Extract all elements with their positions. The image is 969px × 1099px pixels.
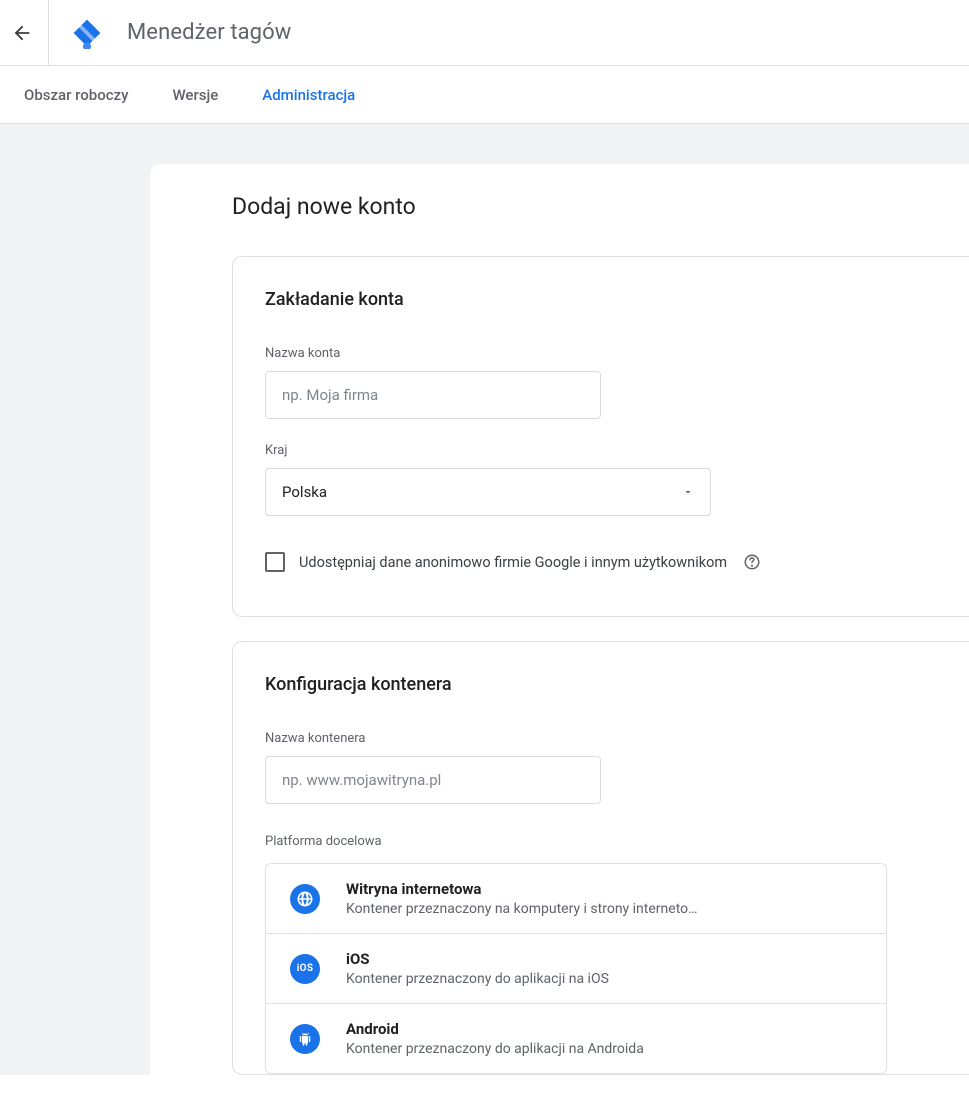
app-header: Menedżer tagów — [0, 0, 969, 66]
back-button[interactable] — [10, 21, 34, 45]
tag-manager-logo — [71, 17, 103, 49]
container-name-field: Nazwa kontenera — [265, 731, 969, 804]
country-field: Kraj Polska — [265, 443, 969, 516]
container-section: Konfiguracja kontenera Nazwa kontenera P… — [232, 641, 969, 1075]
page-title: Dodaj nowe konto — [232, 193, 969, 220]
tab-admin[interactable]: Administracja — [262, 86, 355, 104]
account-section-title: Zakładanie konta — [265, 289, 969, 310]
platform-item-web[interactable]: Witryna internetowa Kontener przeznaczon… — [266, 864, 886, 934]
share-anon-label: Udostępniaj dane anonimowo firmie Google… — [299, 554, 727, 571]
account-section: Zakładanie konta Nazwa konta Kraj Polska… — [232, 256, 969, 617]
platform-desc: Kontener przeznaczony do aplikacji na iO… — [346, 971, 866, 987]
chevron-down-icon — [682, 486, 694, 498]
account-name-input[interactable] — [265, 371, 601, 419]
account-name-label: Nazwa konta — [265, 346, 969, 361]
platform-desc: Kontener przeznaczony do aplikacji na An… — [346, 1041, 866, 1057]
country-label: Kraj — [265, 443, 969, 458]
platform-text: iOS Kontener przeznaczony do aplikacji n… — [346, 950, 866, 987]
arrow-left-icon — [11, 22, 33, 44]
help-icon[interactable] — [743, 553, 761, 571]
platform-title: iOS — [346, 950, 866, 968]
platform-item-ios[interactable]: iOS iOS Kontener przeznaczony do aplikac… — [266, 934, 886, 1004]
platform-title: Witryna internetowa — [346, 880, 866, 898]
container-name-input[interactable] — [265, 756, 601, 804]
container-section-title: Konfiguracja kontenera — [265, 674, 969, 695]
header-divider — [48, 0, 49, 66]
android-icon — [290, 1024, 320, 1054]
main-card: Dodaj nowe konto Zakładanie konta Nazwa … — [150, 164, 969, 1075]
platform-label: Platforma docelowa — [265, 834, 969, 849]
platform-text: Android Kontener przeznaczony do aplikac… — [346, 1020, 866, 1057]
app-title: Menedżer tagów — [127, 20, 291, 45]
country-value: Polska — [282, 483, 327, 501]
ios-icon: iOS — [290, 954, 320, 984]
platform-desc: Kontener przeznaczony na komputery i str… — [346, 901, 866, 917]
share-anon-row: Udostępniaj dane anonimowo firmie Google… — [265, 552, 969, 572]
country-select[interactable]: Polska — [265, 468, 711, 516]
platform-title: Android — [346, 1020, 866, 1038]
web-icon — [290, 884, 320, 914]
content-area: Dodaj nowe konto Zakładanie konta Nazwa … — [0, 124, 969, 1075]
platform-item-android[interactable]: Android Kontener przeznaczony do aplikac… — [266, 1004, 886, 1073]
tab-versions[interactable]: Wersje — [172, 86, 218, 104]
platform-list: Witryna internetowa Kontener przeznaczon… — [265, 863, 887, 1074]
tab-workspace[interactable]: Obszar roboczy — [24, 86, 128, 104]
share-anon-checkbox[interactable] — [265, 552, 285, 572]
logo-icon — [71, 17, 103, 49]
container-name-label: Nazwa kontenera — [265, 731, 969, 746]
account-name-field: Nazwa konta — [265, 346, 969, 419]
platform-text: Witryna internetowa Kontener przeznaczon… — [346, 880, 866, 917]
tab-bar: Obszar roboczy Wersje Administracja — [0, 66, 969, 124]
